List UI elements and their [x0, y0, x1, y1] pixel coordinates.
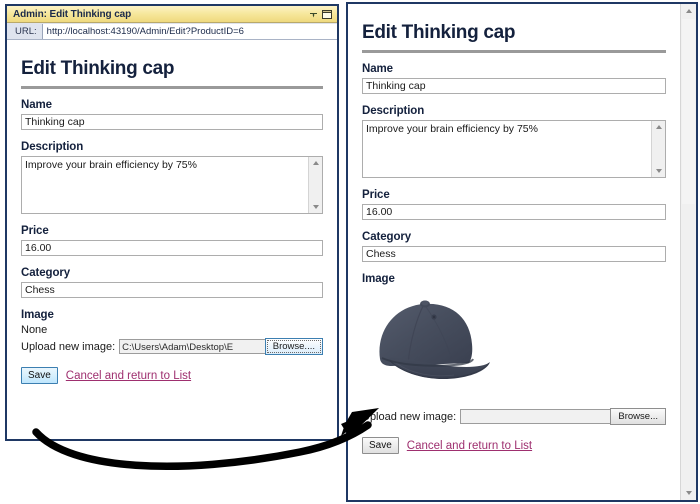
window-titlebar: Admin: Edit Thinking cap [7, 6, 337, 23]
cancel-return-link[interactable]: Cancel and return to List [66, 370, 191, 382]
page-title: Edit Thinking cap [362, 22, 516, 43]
designer-preview-window: Admin: Edit Thinking cap URL: http://loc… [5, 4, 339, 441]
price-input[interactable] [362, 204, 666, 220]
scroll-up-arrow-icon[interactable] [309, 157, 322, 169]
page-scrollbar[interactable] [680, 4, 696, 500]
description-scrollbar[interactable] [651, 121, 665, 177]
browse-button[interactable]: Browse.... [264, 338, 323, 355]
url-label: URL: [15, 25, 37, 37]
description-scrollbar[interactable] [308, 157, 322, 213]
scroll-down-arrow-icon[interactable] [309, 201, 322, 213]
category-input[interactable] [21, 282, 323, 298]
save-button[interactable]: Save [21, 367, 58, 384]
cancel-return-link[interactable]: Cancel and return to List [407, 440, 532, 452]
product-image-area [362, 288, 666, 406]
scrollbar-thumb[interactable] [682, 19, 695, 204]
upload-label: Upload new image: [362, 410, 457, 423]
form-actions: Save Cancel and return to List [21, 367, 323, 384]
window-title: Admin: Edit Thinking cap [13, 8, 132, 20]
description-textarea[interactable]: Improve your brain efficiency by 75% [362, 120, 666, 178]
description-textarea[interactable]: Improve your brain efficiency by 75% [21, 156, 323, 214]
image-label: Image [362, 273, 395, 285]
price-label: Price [21, 225, 49, 237]
scroll-up-arrow-icon[interactable] [652, 121, 665, 133]
title-divider [362, 50, 666, 53]
scroll-down-arrow-icon[interactable] [652, 165, 665, 177]
category-input[interactable] [362, 246, 666, 262]
form-actions: Save Cancel and return to List [362, 437, 666, 454]
browse-button[interactable]: Browse... [610, 408, 666, 425]
category-label: Category [21, 267, 71, 279]
name-label: Name [362, 63, 393, 75]
upload-row: Upload new image: C:\Users\Adam\Desktop\… [21, 338, 323, 355]
upload-row: Upload new image: Browse... [362, 408, 666, 425]
chevron-down-pin-icon[interactable] [307, 8, 319, 20]
category-label: Category [362, 231, 412, 243]
scroll-up-arrow-icon[interactable] [681, 4, 696, 18]
name-input[interactable] [362, 78, 666, 94]
price-label: Price [362, 189, 390, 201]
name-label: Name [21, 99, 52, 111]
baseball-cap-image [379, 300, 490, 380]
description-label: Description [362, 105, 425, 117]
url-bar: URL: http://localhost:43190/Admin/Edit?P… [7, 23, 337, 40]
browser-form-page: Edit Thinking cap Name Description Impro… [348, 4, 680, 462]
page-title: Edit Thinking cap [21, 58, 175, 79]
scroll-down-arrow-icon[interactable] [681, 486, 696, 500]
description-textarea-text: Improve your brain efficiency by 75% [366, 123, 538, 135]
file-path-field[interactable] [460, 409, 612, 424]
title-divider [21, 86, 323, 89]
description-textarea-text: Improve your brain efficiency by 75% [25, 159, 197, 171]
designer-form-page: Edit Thinking cap Name Description Impro… [7, 40, 337, 392]
name-input[interactable] [21, 114, 323, 130]
browser-window: Edit Thinking cap Name Description Impro… [346, 2, 698, 502]
url-input[interactable]: http://localhost:43190/Admin/Edit?Produc… [41, 23, 337, 39]
file-path-field[interactable]: C:\Users\Adam\Desktop\E [119, 339, 266, 354]
image-label: Image [21, 309, 54, 321]
current-image-value: None [21, 324, 48, 336]
upload-label: Upload new image: [21, 340, 116, 353]
restore-window-icon[interactable] [321, 8, 333, 20]
browser-viewport: Edit Thinking cap Name Description Impro… [348, 4, 680, 500]
description-label: Description [21, 141, 84, 153]
price-input[interactable] [21, 240, 323, 256]
save-button[interactable]: Save [362, 437, 399, 454]
